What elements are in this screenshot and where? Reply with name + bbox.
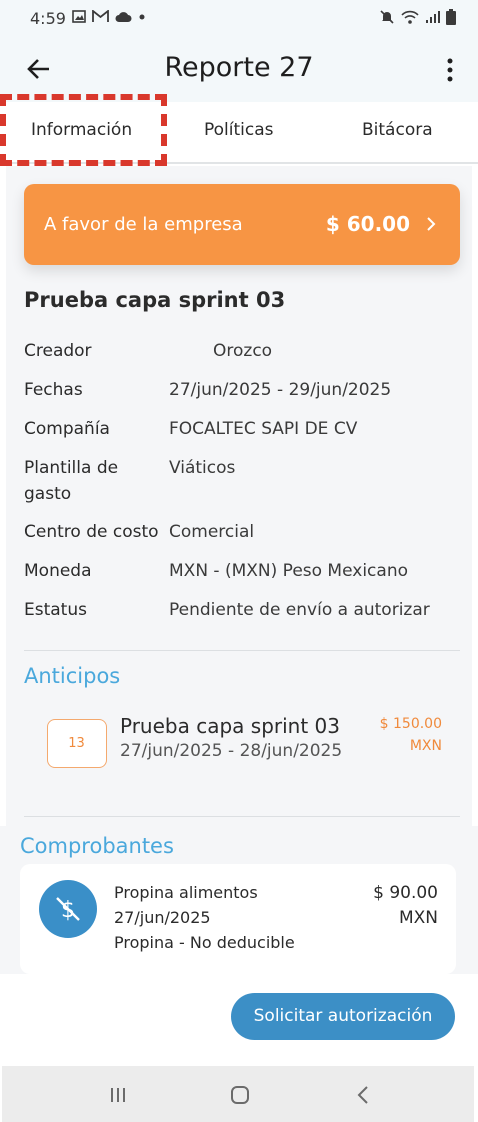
gallery-icon — [72, 10, 86, 23]
receipt-currency: MXN — [398, 908, 438, 928]
advance-title: Prueba capa sprint 03 — [120, 714, 340, 738]
receipt-name: Propina alimentos — [114, 883, 258, 902]
back-icon[interactable] — [356, 1085, 370, 1105]
field-label-plantilla-line2: gasto — [24, 484, 72, 504]
signal-icon — [426, 11, 440, 23]
field-label-estatus: Estatus — [24, 600, 87, 620]
recents-icon[interactable] — [108, 1086, 128, 1104]
balance-label: A favor de la empresa — [44, 214, 243, 235]
app-bar: Reporte 27 — [0, 38, 478, 102]
field-label-plantilla: Plantilla de — [24, 458, 119, 478]
advance-badge-number: 13 — [68, 736, 85, 751]
receipts-title: Comprobantes — [20, 834, 174, 858]
tab-highlight-box — [0, 94, 167, 166]
no-money-icon: $ — [56, 897, 80, 923]
receipt-date: 27/jun/2025 — [114, 908, 211, 927]
mail-icon — [92, 10, 109, 22]
advance-amount: $ 150.00 — [379, 716, 442, 732]
advance-badge: 13 — [47, 719, 107, 768]
advance-currency: MXN — [409, 738, 442, 754]
field-label-compania: Compañía — [24, 419, 110, 439]
home-icon[interactable] — [230, 1085, 250, 1105]
status-time: 4:59 — [30, 9, 66, 28]
battery-icon — [446, 9, 456, 25]
field-label-centro-costo: Centro de costo — [24, 522, 159, 542]
field-label-moneda: Moneda — [24, 561, 92, 581]
tab-politicas[interactable]: Políticas — [204, 120, 274, 140]
tab-bitacora[interactable]: Bitácora — [362, 120, 433, 140]
field-value-estatus: Pendiente de envío a autorizar — [169, 600, 430, 620]
field-value-compania: FOCALTEC SAPI DE CV — [169, 419, 358, 439]
field-value-moneda: MXN - (MXN) Peso Mexicano — [169, 561, 408, 581]
cloud-icon — [115, 11, 132, 22]
status-left-icons — [72, 10, 146, 23]
divider — [24, 816, 460, 817]
receipt-amount: $ 90.00 — [373, 883, 438, 903]
field-value-plantilla: Viáticos — [169, 458, 236, 478]
advances-title: Anticipos — [24, 664, 121, 688]
more-vert-icon[interactable] — [440, 56, 460, 84]
status-right-icons — [379, 9, 456, 25]
receipt-type: Propina - No deducible — [114, 933, 295, 952]
mute-icon — [380, 10, 394, 24]
divider — [24, 650, 460, 651]
field-value-centro-costo: Comercial — [169, 522, 255, 542]
request-authorization-button[interactable]: Solicitar autorización — [231, 993, 455, 1040]
field-label-creador: Creador — [24, 341, 92, 361]
field-label-fechas: Fechas — [24, 380, 83, 400]
status-bar: 4:59 — [0, 0, 478, 38]
system-nav-bar — [2, 1066, 474, 1122]
dot-icon — [139, 14, 145, 19]
page-title: Reporte 27 — [164, 52, 314, 83]
wifi-icon — [401, 10, 419, 24]
chevron-right-icon — [427, 217, 436, 231]
field-value-creador: Orozco — [213, 341, 273, 361]
field-value-fechas: 27/jun/2025 - 29/jun/2025 — [169, 380, 392, 400]
balance-card[interactable]: A favor de la empresa $ 60.00 — [24, 184, 460, 265]
balance-amount: $ 60.00 — [325, 212, 410, 236]
report-name: Prueba capa sprint 03 — [24, 288, 286, 312]
receipt-icon-circle: $ — [39, 880, 97, 938]
advance-dates: 27/jun/2025 - 28/jun/2025 — [120, 741, 343, 761]
